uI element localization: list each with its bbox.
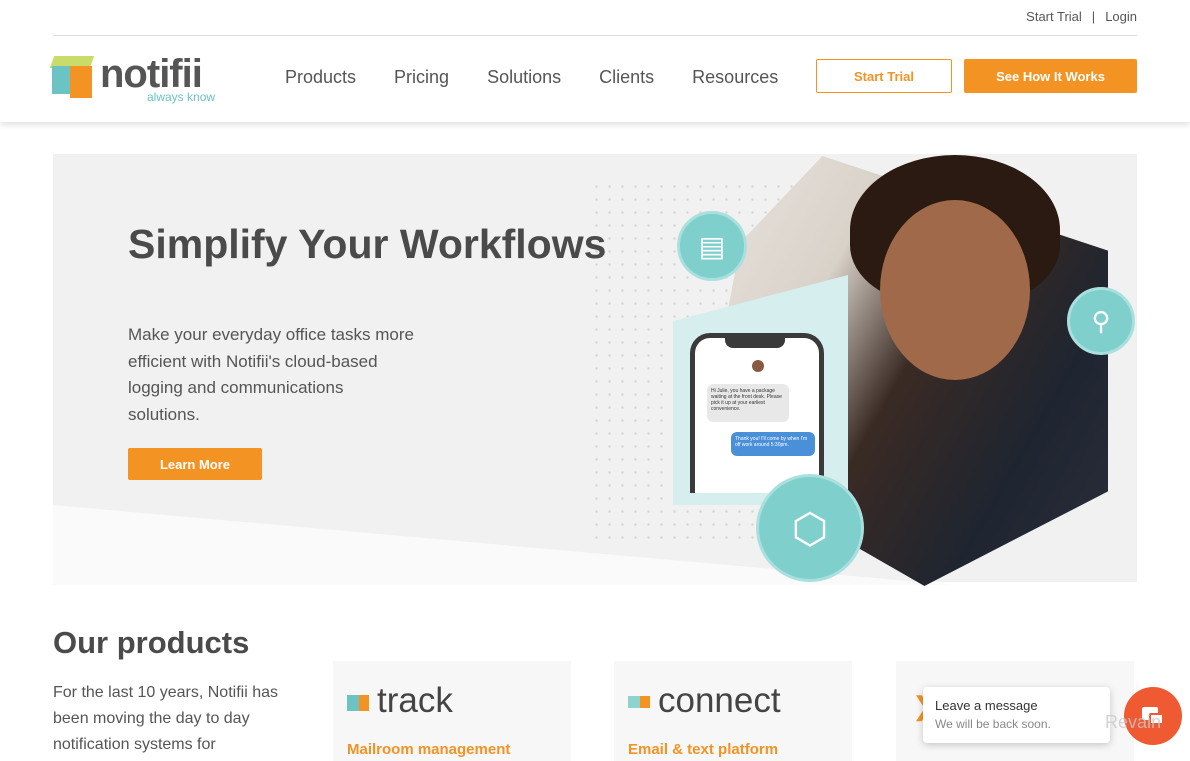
divider [53, 35, 1137, 36]
nav-products[interactable]: Products [285, 67, 356, 88]
learn-more-button[interactable]: Learn More [128, 448, 262, 480]
chat-title: Leave a message [935, 698, 1038, 713]
nav-pricing[interactable]: Pricing [394, 67, 449, 88]
watermark: Revain [1105, 712, 1162, 732]
logo-cube-icon [49, 56, 95, 98]
nav-solutions[interactable]: Solutions [487, 67, 561, 88]
start-trial-button[interactable]: Start Trial [816, 59, 952, 93]
site-header: Start Trial | Login notifii always know … [0, 0, 1190, 122]
logo[interactable]: notifii always know [49, 52, 215, 104]
nav-resources[interactable]: Resources [692, 67, 778, 88]
logo-tagline: always know [147, 90, 216, 104]
logo-text: notifii [100, 52, 203, 96]
products-title: Our products [53, 625, 250, 660]
nav-clients[interactable]: Clients [599, 67, 654, 88]
hero-text: Make your everyday office tasks more eff… [128, 325, 414, 424]
separator: | [1091, 9, 1096, 24]
chat-bubbles-icon: ▤ [677, 211, 747, 281]
chat-popup[interactable]: Leave a message We will be back soon. [923, 687, 1110, 743]
laptop-search-icon: ⚲ [1067, 287, 1135, 355]
incoming-message: Hi Julie, you have a package waiting at … [707, 384, 789, 422]
phone-mockup: Hi Julie, you have a package waiting at … [690, 333, 824, 493]
products-text: For the last 10 years, Notifii has been … [53, 684, 278, 753]
card-subtitle: Mailroom management [347, 741, 511, 758]
chat-subtitle: We will be back soon. [935, 717, 1051, 731]
contact-avatar [752, 360, 764, 372]
package-icon: ⬡ [756, 474, 864, 582]
card-title: connect [658, 681, 781, 720]
hero-photo-face [880, 200, 1030, 380]
top-links: Start Trial | Login [1026, 9, 1137, 24]
outgoing-message: Thank you! I'll come by when I'm off wor… [731, 432, 815, 456]
product-card-connect[interactable]: connect Email & text platform [614, 661, 852, 761]
product-card-track[interactable]: track Mailroom management [333, 661, 571, 761]
top-start-trial-link[interactable]: Start Trial [1026, 9, 1082, 24]
see-how-it-works-button[interactable]: See How It Works [964, 59, 1137, 93]
card-subtitle: Email & text platform [628, 741, 779, 758]
card-title: track [377, 681, 453, 720]
login-link[interactable]: Login [1105, 9, 1137, 24]
hero-title: Simplify Your Workflows [128, 221, 607, 267]
connect-bubbles-icon [628, 695, 650, 715]
main-nav: Products Pricing Solutions Clients Resou… [285, 67, 778, 88]
track-cube-icon [347, 695, 369, 715]
